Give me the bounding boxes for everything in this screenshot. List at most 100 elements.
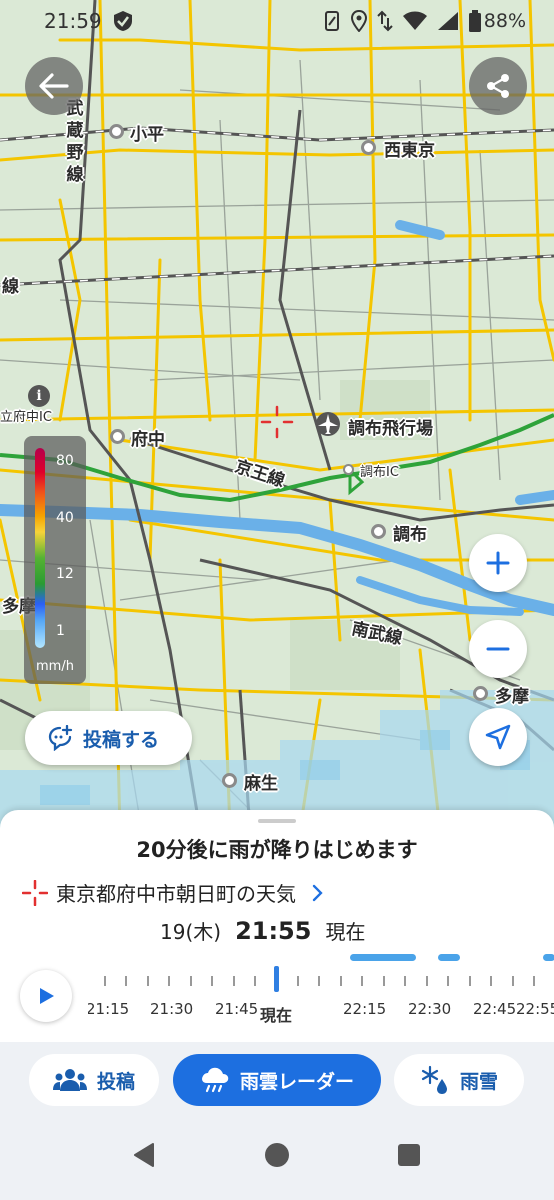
- timeline-tick: [168, 976, 170, 986]
- map-label-chofu-airport: 調布飛行場: [348, 419, 433, 439]
- legend-value-1: 1: [56, 623, 65, 639]
- nav-home-icon[interactable]: [263, 1141, 291, 1169]
- timeline-tick: [211, 976, 213, 986]
- map-label-tama-right: 多摩: [495, 687, 529, 707]
- station-marker-tama-right: [473, 686, 488, 701]
- legend-value-80: 80: [56, 453, 74, 469]
- arrow-left-icon: [39, 73, 69, 99]
- rain-legend: 80 40 12 1 mm/h: [24, 436, 86, 684]
- map-label-chofu: 調布: [393, 525, 427, 545]
- play-icon: [40, 988, 54, 1004]
- location-name: 東京都府中市朝日町の天気: [56, 882, 296, 906]
- time-row: 19(木) 21:55 現在: [160, 916, 365, 945]
- station-marker-fuchu: [110, 429, 125, 444]
- status-time: 21:59: [44, 9, 102, 33]
- back-button[interactable]: [25, 57, 83, 115]
- share-icon: [487, 74, 509, 98]
- time-slider[interactable]: 21:15 21:30 21:45 現在 22:15 22:30 22:45 2…: [88, 950, 554, 1032]
- wifi-icon: [402, 11, 427, 30]
- timeline-tick: [297, 976, 299, 986]
- legend-color-bar: [35, 448, 45, 648]
- timeline-tick: [190, 976, 192, 986]
- timeline-tick: [404, 976, 406, 986]
- station-marker-asao: [222, 773, 237, 788]
- system-nav-bar: [0, 1118, 554, 1200]
- timeline-tick: [125, 976, 127, 986]
- post-bubble-icon: [48, 725, 73, 751]
- post-button[interactable]: 投稿する: [25, 711, 192, 765]
- map-label-fuchu: 府中: [131, 430, 165, 450]
- battery-icon: [468, 10, 481, 32]
- timeline-tick: [147, 976, 149, 986]
- timeline-label: 21:45: [215, 1000, 259, 1018]
- map-label-line-left: 線: [2, 277, 19, 297]
- sheet-handle[interactable]: [258, 819, 296, 823]
- timeline-tick: [254, 976, 256, 986]
- locate-button[interactable]: [469, 708, 527, 766]
- timeline-tick: [104, 976, 106, 986]
- tab-rain-radar[interactable]: 雨雲レーダー: [173, 1054, 381, 1106]
- info-icon[interactable]: i: [28, 385, 50, 407]
- timeline-tick: [383, 976, 385, 986]
- timeline-label: 21:15: [88, 1000, 130, 1018]
- date-text: 19(木): [160, 920, 222, 944]
- nav-recents-icon[interactable]: [397, 1143, 421, 1167]
- station-marker-nishitokyo: [361, 140, 376, 155]
- legend-unit: mm/h: [36, 659, 74, 674]
- map-label-chofu-ic: 調布IC: [360, 465, 399, 480]
- minus-icon: [486, 647, 510, 651]
- zoom-out-button[interactable]: [469, 620, 527, 678]
- weather-sheet: 20分後に雨が降りはじめます 東京都府中市朝日町の天気 19(木) 21:55 …: [0, 810, 554, 1042]
- vibrate-icon: [324, 11, 339, 31]
- map-label-kodaira: 小平: [130, 125, 164, 145]
- battery-percent: 88%: [483, 10, 526, 32]
- post-button-label: 投稿する: [83, 728, 160, 751]
- station-marker-chofu: [371, 524, 386, 539]
- tab-posts-label: 投稿: [96, 1070, 135, 1093]
- timeline-tick: [318, 976, 320, 986]
- tab-rain-snow[interactable]: 雨雪: [394, 1054, 524, 1106]
- timeline-tick: [233, 976, 235, 986]
- rain-radar-map[interactable]: 小平 西東京 武蔵野線 線 府中 調布飛行場 京王線 調布IC 調布 立府中IC…: [0, 0, 554, 830]
- plus-icon: [486, 551, 510, 575]
- map-label-kunitachi-fuchu-ic: 立府中IC: [0, 410, 52, 425]
- signal-icon: [437, 12, 458, 30]
- status-bar: 21:59 88%: [0, 0, 554, 42]
- shield-check-icon: [113, 11, 132, 31]
- location-arrow-icon: [485, 724, 511, 750]
- timeline-tick: [340, 976, 342, 986]
- tab-rain-snow-label: 雨雪: [459, 1070, 498, 1093]
- timeline-label: 22:15: [343, 1000, 387, 1018]
- zoom-in-button[interactable]: [469, 534, 527, 592]
- timeline-tick: [490, 976, 492, 986]
- legend-value-40: 40: [56, 510, 74, 526]
- nav-back-icon[interactable]: [132, 1142, 156, 1168]
- timeline-tick: [447, 976, 449, 986]
- current-text: 現在: [325, 920, 366, 944]
- timeline-current-marker[interactable]: [274, 966, 279, 992]
- tab-posts[interactable]: 投稿: [29, 1054, 159, 1106]
- timeline-tick: [426, 976, 428, 986]
- snow-drop-icon: [421, 1065, 447, 1094]
- share-button[interactable]: [469, 57, 527, 115]
- timeline-tick: [533, 976, 535, 986]
- legend-value-12: 12: [56, 566, 74, 582]
- timeline-tick: [361, 976, 363, 986]
- timeline-tick: [512, 976, 514, 986]
- timeline-label: 22:45: [473, 1000, 517, 1018]
- map-label-nishitokyo: 西東京: [384, 141, 435, 161]
- play-button[interactable]: [20, 970, 72, 1022]
- people-icon: [52, 1069, 87, 1091]
- bottom-tab-bar: 投稿 雨雲レーダー 雨雪: [0, 1042, 554, 1118]
- station-marker-kodaira: [109, 124, 124, 139]
- timeline-label: 21:30: [150, 1000, 194, 1018]
- time-text: 21:55: [235, 917, 312, 945]
- location-link[interactable]: 東京都府中市朝日町の天気: [22, 878, 324, 907]
- location-pin-icon: [260, 405, 294, 439]
- chevron-right-icon: [312, 884, 323, 901]
- station-marker-chofu-ic: [343, 464, 354, 475]
- rain-segment: [438, 954, 460, 961]
- rain-cloud-icon: [202, 1067, 229, 1093]
- data-transfer-icon: [377, 10, 393, 32]
- map-label-asao: 麻生: [244, 774, 278, 794]
